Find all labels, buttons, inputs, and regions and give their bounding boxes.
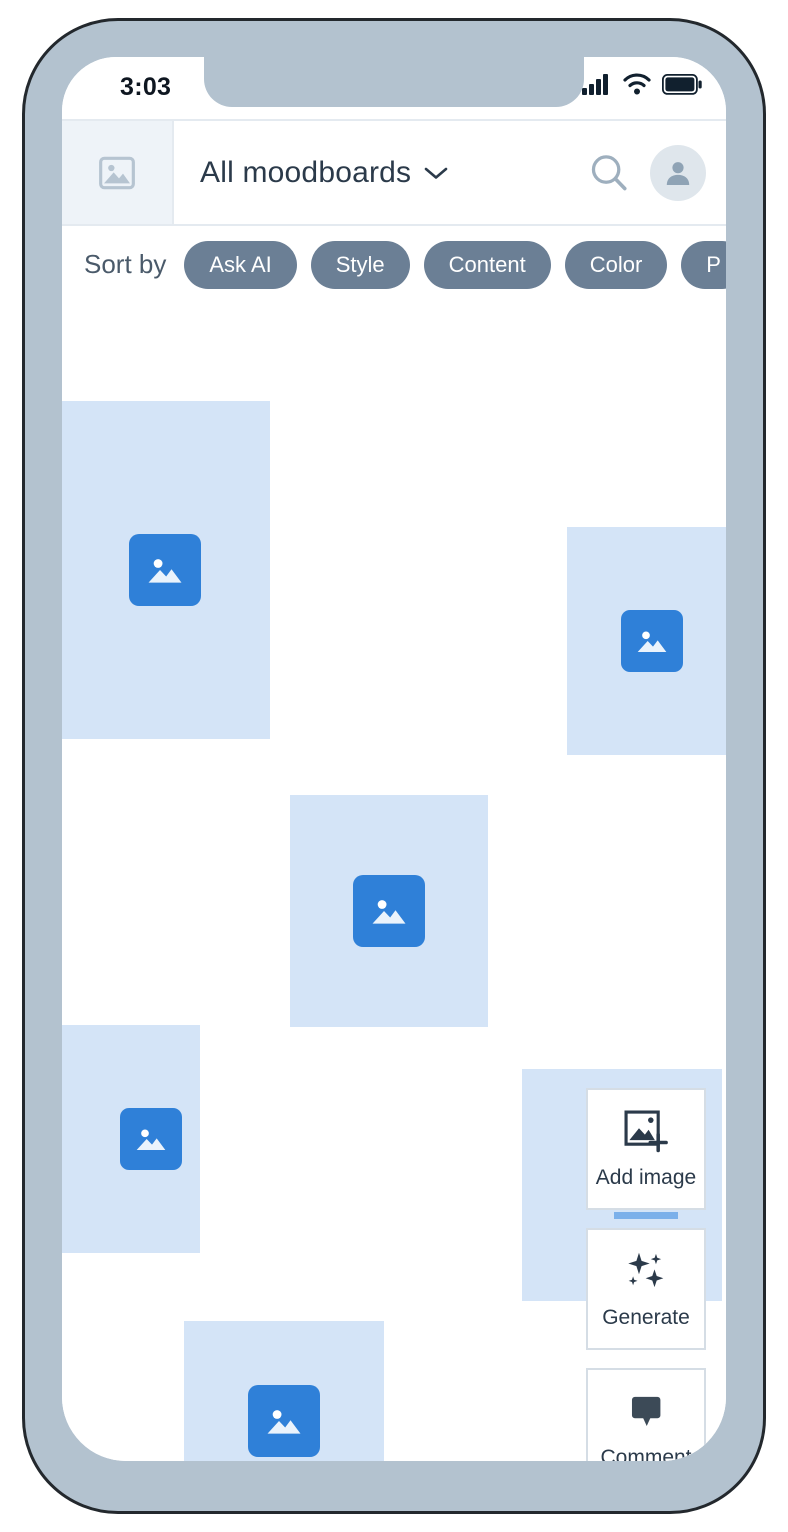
person-icon: [666, 161, 690, 185]
search-icon[interactable]: [586, 150, 632, 196]
signal-bars-icon: [582, 74, 608, 95]
avatar[interactable]: [650, 144, 706, 201]
image-icon: [136, 1129, 166, 1150]
tool-label: Add image: [595, 1166, 697, 1189]
sort-bar: Sort by Ask AI Style Content Color P: [62, 226, 726, 303]
tool-label: Generate: [602, 1306, 690, 1329]
comment-button[interactable]: Comment: [586, 1368, 706, 1461]
sort-by-label: Sort by: [84, 249, 167, 279]
add-image-wrap: Add image: [586, 1088, 706, 1219]
image-placeholder-badge: [248, 1385, 320, 1457]
moodboard-tile[interactable]: [184, 1321, 384, 1461]
status-time: 3:03: [120, 73, 172, 101]
image-placeholder-badge: [129, 534, 201, 606]
image-placeholder-badge: [353, 875, 425, 947]
add-image-icon: [624, 1110, 668, 1153]
image-placeholder-badge: [621, 610, 683, 672]
chip-color[interactable]: Color: [564, 240, 668, 289]
moodboard-canvas[interactable]: Add image Generate Comment: [62, 303, 726, 1461]
notch: [204, 57, 584, 107]
chip-content[interactable]: Content: [423, 240, 551, 289]
chip-ask-ai[interactable]: Ask AI: [184, 240, 297, 289]
comment-bubble-icon: [631, 1396, 661, 1427]
image-icon: [148, 559, 182, 583]
moodboard-tile[interactable]: [567, 527, 726, 755]
generate-button[interactable]: Generate: [586, 1228, 706, 1350]
sparkles-icon: [628, 1252, 664, 1288]
battery-icon: [662, 73, 702, 95]
chip-overflow[interactable]: P: [681, 240, 726, 289]
chip-style[interactable]: Style: [310, 240, 410, 289]
moodboard-tile[interactable]: [290, 795, 488, 1027]
image-icon: [372, 900, 406, 924]
header-actions: [586, 121, 726, 224]
header-title: All moodboards: [200, 155, 412, 189]
wifi-icon: [623, 73, 651, 95]
phone-screen: 3:03 All moodboards Sort by Ask AI Style…: [62, 57, 726, 1461]
image-icon: [267, 1410, 301, 1434]
status-icons: [582, 73, 702, 95]
chevron-down-icon[interactable]: [423, 165, 449, 181]
image-icon: [637, 631, 667, 652]
add-image-button[interactable]: Add image: [586, 1088, 706, 1210]
image-icon: [99, 156, 135, 189]
screenshot-root: 3:03 All moodboards Sort by Ask AI Style…: [0, 0, 788, 1532]
app-logo-tile[interactable]: [62, 121, 174, 224]
moodboard-tile[interactable]: [62, 401, 270, 739]
moodboard-tile[interactable]: [62, 1025, 200, 1253]
app-header: All moodboards: [62, 119, 726, 226]
tool-palette: Add image Generate Comment: [586, 1088, 706, 1461]
add-image-active-indicator: [614, 1212, 678, 1219]
image-placeholder-badge: [120, 1108, 182, 1170]
tool-label: Comment: [600, 1446, 692, 1461]
moodboard-selector[interactable]: All moodboards: [174, 121, 586, 224]
filter-chip-list: Ask AI Style Content Color P: [184, 240, 726, 289]
